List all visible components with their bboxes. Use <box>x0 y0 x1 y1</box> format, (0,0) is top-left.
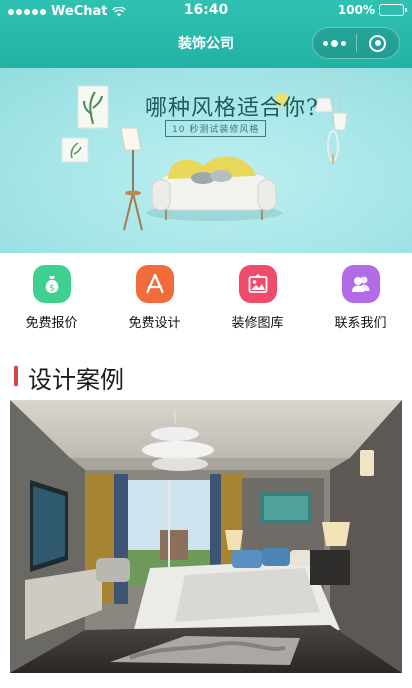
style-quiz-banner[interactable]: 哪种风格适合你? 10 秒测试装修风格 <box>0 68 412 253</box>
menu-item-free-quote[interactable]: $ 免费报价 <box>0 253 103 333</box>
menu-label: 联系我们 <box>334 316 387 331</box>
section-accent-bar <box>14 366 18 386</box>
target-close-icon <box>369 34 387 52</box>
battery-indicator: 100% <box>337 3 407 17</box>
menu-label: 装修图库 <box>231 316 284 331</box>
contacts-icon <box>342 265 380 303</box>
menu-label: 免费设计 <box>128 316 181 331</box>
status-bar: WeChat 16:40 100% <box>0 0 412 22</box>
banner-subline: 10 秒测试装修风格 <box>165 120 267 137</box>
bedroom-photo <box>10 400 402 673</box>
money-bag-icon: $ <box>33 265 71 303</box>
menu-item-gallery[interactable]: 装修图库 <box>206 253 309 333</box>
svg-text:$: $ <box>49 284 55 294</box>
design-app-icon <box>136 265 174 303</box>
menu-label: 免费报价 <box>25 316 78 331</box>
more-menu-button[interactable] <box>313 28 356 58</box>
picture-gallery-icon <box>239 265 277 303</box>
quick-menu: $ 免费报价 免费设计 装修图库 联系我们 <box>0 253 412 333</box>
battery-percent: 100% <box>337 3 375 17</box>
section-title: 设计案例 <box>28 366 124 394</box>
design-cases-section-header: 设计案例 <box>0 356 412 396</box>
menu-item-free-design[interactable]: 免费设计 <box>103 253 206 333</box>
menu-item-contact[interactable]: 联系我们 <box>309 253 412 333</box>
battery-icon <box>379 4 407 16</box>
app-header: WeChat 16:40 100% 装饰公司 <box>0 0 412 68</box>
mini-program-capsule <box>312 27 400 59</box>
design-case-image[interactable] <box>10 400 402 673</box>
close-mini-program-button[interactable] <box>357 28 400 58</box>
banner-headline: 哪种风格适合你? <box>145 96 319 121</box>
